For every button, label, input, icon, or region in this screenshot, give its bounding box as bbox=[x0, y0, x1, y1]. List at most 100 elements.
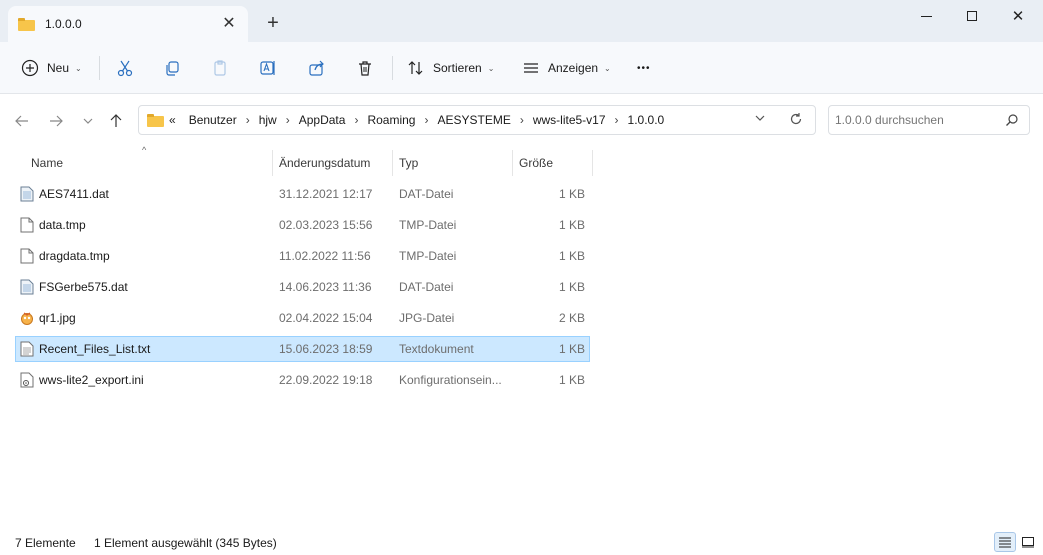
title-bar: 1.0.0.0 ✕ + ✕ bbox=[0, 0, 1043, 42]
column-header-name[interactable]: Name bbox=[31, 150, 63, 176]
file-type: Konfigurationsein... bbox=[399, 373, 502, 387]
column-divider[interactable] bbox=[592, 150, 593, 176]
chevron-down-icon: ⌄ bbox=[604, 63, 611, 73]
file-row[interactable]: dragdata.tmp 11.02.2022 11:56 TMP-Datei … bbox=[15, 243, 590, 269]
file-size: 1 KB bbox=[558, 280, 585, 294]
tiles-view-button[interactable] bbox=[1017, 532, 1039, 552]
view-list-icon bbox=[521, 58, 541, 78]
column-divider[interactable] bbox=[392, 150, 393, 176]
column-header-size[interactable]: Größe bbox=[519, 150, 553, 176]
file-row[interactable]: qr1.jpg 02.04.2022 15:04 JPG-Datei 2 KB bbox=[15, 305, 590, 331]
dat-file-icon bbox=[20, 279, 34, 295]
column-divider[interactable] bbox=[272, 150, 273, 176]
search-box[interactable] bbox=[828, 105, 1030, 135]
minimize-icon bbox=[920, 15, 932, 17]
chevron-down-icon bbox=[83, 118, 93, 124]
copy-icon bbox=[162, 58, 182, 78]
new-tab-button[interactable]: + bbox=[262, 12, 284, 34]
sort-arrows-icon bbox=[406, 58, 426, 78]
address-bar[interactable]: « Benutzer › hjw › AppData › Roaming › A… bbox=[138, 105, 816, 135]
minimize-button[interactable] bbox=[903, 0, 949, 32]
arrow-left-icon bbox=[15, 115, 28, 127]
scissors-icon bbox=[115, 58, 135, 78]
breadcrumb-separator[interactable]: › bbox=[615, 113, 619, 127]
file-name: Recent_Files_List.txt bbox=[39, 342, 151, 356]
selection-info: 1 Element ausgewählt (345 Bytes) bbox=[94, 536, 277, 550]
toolbar-divider bbox=[99, 56, 100, 80]
details-view-button[interactable] bbox=[994, 532, 1016, 552]
file-name: data.tmp bbox=[39, 218, 86, 232]
file-size: 2 KB bbox=[558, 311, 585, 325]
details-view-icon bbox=[999, 537, 1011, 548]
sort-button[interactable]: Sortieren ⌄ bbox=[406, 54, 494, 82]
chevron-down-icon: ⌄ bbox=[75, 63, 82, 73]
share-icon bbox=[307, 58, 327, 78]
file-name: FSGerbe575.dat bbox=[39, 280, 128, 294]
new-button[interactable]: Neu ⌄ bbox=[20, 54, 82, 82]
cut-button[interactable] bbox=[115, 54, 135, 82]
file-name: AES7411.dat bbox=[39, 187, 109, 201]
breadcrumb-separator[interactable]: › bbox=[520, 113, 524, 127]
arrow-up-icon bbox=[110, 114, 122, 127]
file-row[interactable]: FSGerbe575.dat 14.06.2023 11:36 DAT-Date… bbox=[15, 274, 590, 300]
refresh-button[interactable] bbox=[787, 112, 805, 130]
file-size: 1 KB bbox=[558, 218, 585, 232]
close-window-button[interactable]: ✕ bbox=[995, 0, 1041, 32]
file-date: 14.06.2023 11:36 bbox=[279, 280, 372, 294]
file-row-selected[interactable]: Recent_Files_List.txt 15.06.2023 18:59 T… bbox=[15, 336, 590, 362]
status-bar: 7 Elemente 1 Element ausgewählt (345 Byt… bbox=[0, 530, 1043, 555]
file-row[interactable]: wws-lite2_export.ini 22.09.2022 19:18 Ko… bbox=[15, 367, 590, 393]
back-button[interactable] bbox=[10, 109, 34, 133]
chevron-down-icon: ⌄ bbox=[487, 63, 495, 73]
breadcrumb-separator[interactable]: › bbox=[286, 113, 290, 127]
more-options-button[interactable]: ••• bbox=[637, 54, 651, 82]
tab-current[interactable]: 1.0.0.0 ✕ bbox=[8, 6, 248, 42]
navigation-row: « Benutzer › hjw › AppData › Roaming › A… bbox=[0, 95, 1043, 145]
recent-locations-button[interactable] bbox=[76, 109, 100, 133]
clipboard-icon bbox=[210, 58, 230, 78]
close-tab-button[interactable]: ✕ bbox=[220, 15, 238, 33]
breadcrumb-item[interactable]: Benutzer bbox=[189, 113, 237, 127]
file-type: DAT-Datei bbox=[399, 187, 454, 201]
rename-icon bbox=[258, 58, 278, 78]
column-header-date[interactable]: Änderungsdatum bbox=[279, 150, 370, 176]
file-date: 02.04.2022 15:04 bbox=[279, 311, 373, 325]
breadcrumb-item-current[interactable]: 1.0.0.0 bbox=[628, 113, 665, 127]
plus-circle-icon bbox=[20, 58, 40, 78]
config-file-icon bbox=[20, 372, 34, 388]
breadcrumb-item[interactable]: AESYSTEME bbox=[437, 113, 510, 127]
generic-file-icon bbox=[20, 217, 34, 233]
file-row[interactable]: AES7411.dat 31.12.2021 12:17 DAT-Datei 1… bbox=[15, 181, 590, 207]
search-icon[interactable] bbox=[1005, 113, 1019, 127]
breadcrumb-item[interactable]: Roaming bbox=[367, 113, 415, 127]
maximize-button[interactable] bbox=[949, 0, 995, 32]
paste-button[interactable] bbox=[210, 54, 230, 82]
toolbar-divider bbox=[392, 56, 393, 80]
breadcrumb-separator[interactable]: › bbox=[424, 113, 428, 127]
text-file-icon bbox=[20, 341, 34, 357]
column-header-type[interactable]: Typ bbox=[399, 150, 418, 176]
item-count: 7 Elemente bbox=[15, 536, 76, 550]
breadcrumb-item[interactable]: wws-lite5-v17 bbox=[533, 113, 606, 127]
new-label: Neu bbox=[47, 61, 70, 75]
breadcrumb-item[interactable]: hjw bbox=[259, 113, 277, 127]
file-type: TMP-Datei bbox=[399, 218, 457, 232]
search-input[interactable] bbox=[835, 112, 995, 128]
up-button[interactable] bbox=[104, 109, 128, 133]
address-dropdown-button[interactable] bbox=[751, 112, 769, 130]
file-row[interactable]: data.tmp 02.03.2023 15:56 TMP-Datei 1 KB bbox=[15, 212, 590, 238]
forward-button[interactable] bbox=[44, 109, 68, 133]
file-name: dragdata.tmp bbox=[39, 249, 110, 263]
file-type: TMP-Datei bbox=[399, 249, 457, 263]
view-button[interactable]: Anzeigen ⌄ bbox=[521, 54, 611, 82]
column-divider[interactable] bbox=[512, 150, 513, 176]
share-button[interactable] bbox=[307, 54, 327, 82]
breadcrumb-item[interactable]: AppData bbox=[299, 113, 346, 127]
breadcrumb-separator[interactable]: › bbox=[354, 113, 358, 127]
breadcrumb-separator[interactable]: › bbox=[246, 113, 250, 127]
breadcrumb-overflow[interactable]: « bbox=[169, 113, 176, 127]
copy-button[interactable] bbox=[162, 54, 182, 82]
delete-button[interactable] bbox=[355, 54, 375, 82]
rename-button[interactable] bbox=[258, 54, 278, 82]
refresh-icon bbox=[790, 113, 802, 125]
